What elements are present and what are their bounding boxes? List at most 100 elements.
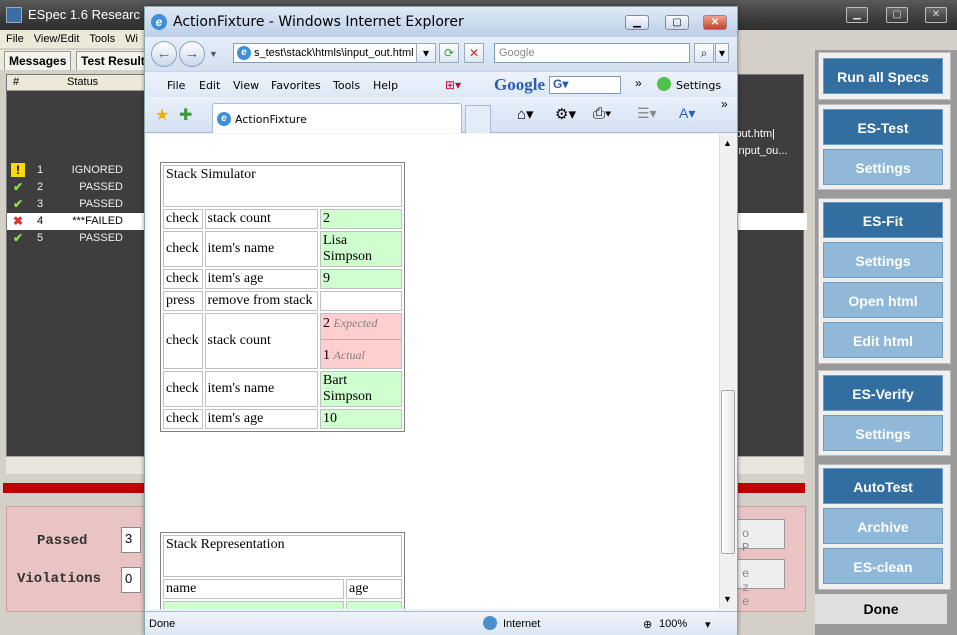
chevron-right-icon[interactable]: » — [635, 76, 642, 90]
gear-icon[interactable]: ⚙▾ — [555, 105, 576, 123]
column-header-status: Status — [67, 76, 99, 88]
zoom-level[interactable]: 100% — [659, 618, 687, 630]
page-icon: e — [217, 112, 231, 126]
table-row: name age — [163, 579, 402, 599]
espec-menu-file[interactable]: File — [6, 33, 24, 45]
refresh-icon[interactable]: ⟳ — [439, 43, 459, 63]
stop-icon[interactable]: ✕ — [464, 43, 484, 63]
ie-menu-edit[interactable]: Edit — [199, 79, 220, 92]
expected-annotation: Expected — [333, 316, 378, 330]
table-cell — [346, 601, 402, 609]
espec-minimize-button[interactable]: ▁ — [846, 7, 868, 23]
fixture-cell-failed: 2 Expected 1 Actual — [320, 313, 402, 369]
done-button[interactable]: Done — [815, 594, 947, 624]
table-row: check item's name Lisa Simpson — [163, 231, 402, 267]
fixture-cell-action: check — [163, 371, 203, 407]
ie-close-button[interactable]: ✕ — [703, 15, 727, 30]
espec-menu-window[interactable]: Wi — [125, 33, 138, 45]
ie-menu-favorites[interactable]: Favorites — [271, 79, 321, 92]
forward-button[interactable]: → — [179, 41, 205, 67]
actual-value: 1 — [323, 348, 330, 363]
home-icon[interactable]: ⌂▾ — [517, 105, 534, 123]
autotest-button[interactable]: AutoTest — [823, 468, 943, 504]
nav-dropdown-icon[interactable]: ▼ — [209, 49, 218, 59]
fixture-cell-name: item's name — [204, 231, 318, 267]
fixture-cell-name: item's name — [204, 371, 318, 407]
es-clean-button[interactable]: ES-clean — [823, 548, 943, 584]
google-search-input[interactable]: G▾ — [549, 76, 621, 94]
espec-menu-tools[interactable]: Tools — [89, 33, 115, 45]
ie-maximize-button[interactable]: ▢ — [665, 15, 689, 30]
cross-icon: ✖ — [12, 214, 24, 228]
address-dropdown-button[interactable]: ▾ — [416, 43, 436, 63]
page-vertical-scrollbar[interactable]: ▲ ▼ — [719, 134, 736, 609]
espec-menu-view-edit[interactable]: View/Edit — [34, 33, 80, 45]
google-settings-menu[interactable]: Settings — [676, 79, 721, 92]
autotest-group: AutoTest Archive ES-clean — [818, 464, 951, 590]
tab-messages[interactable]: Messages — [4, 51, 72, 70]
stack-representation-table: Stack Representation name age — [160, 532, 405, 609]
tab-actionfixture[interactable]: e ActionFixture — [212, 103, 462, 133]
espec-maximize-button[interactable]: ▢ — [886, 7, 908, 23]
open-html-button[interactable]: Open html — [823, 282, 943, 318]
freeze-button[interactable]: e z e — [737, 559, 785, 609]
new-tab-button[interactable] — [465, 105, 491, 133]
table-title: Stack Simulator — [163, 165, 402, 207]
zoom-dropdown-icon[interactable]: ▾ — [705, 618, 711, 631]
fixture-cell-action: press — [163, 291, 203, 311]
stop-button[interactable]: o P — [737, 519, 785, 555]
print-icon[interactable]: ⎙▾ — [593, 105, 611, 122]
add-favorite-icon[interactable]: ✚ — [179, 105, 192, 125]
es-verify-settings-button[interactable]: Settings — [823, 415, 943, 451]
tab-test-results[interactable]: Test Result — [76, 51, 149, 70]
favorites-star-icon[interactable]: ★ — [155, 105, 169, 125]
es-fit-button[interactable]: ES-Fit — [823, 202, 943, 238]
check-icon: ✔ — [12, 231, 24, 245]
search-input[interactable]: Google — [494, 43, 690, 63]
ie-menu-view[interactable]: View — [233, 79, 259, 92]
table-row: check stack count 2 Expected 1 Actual — [163, 313, 402, 369]
ie-logo-icon: e — [151, 14, 167, 30]
run-all-specs-button[interactable]: Run all Specs — [823, 58, 943, 94]
search-options-icon[interactable]: ▾ — [715, 43, 729, 63]
address-input[interactable]: e s_test\stack\htmls\input_out.html — [233, 43, 433, 63]
es-fit-settings-button[interactable]: Settings — [823, 242, 943, 278]
feeds-icon[interactable]: ☰▾ — [637, 105, 657, 122]
edit-html-button[interactable]: Edit html — [823, 322, 943, 358]
fixture-cell-name: stack count — [204, 209, 318, 229]
es-verify-button[interactable]: ES-Verify — [823, 375, 943, 411]
translate-icon[interactable]: ⊞▾ — [445, 78, 461, 92]
run-all-group: Run all Specs — [818, 52, 951, 100]
search-placeholder: Google — [499, 47, 535, 59]
search-icon[interactable]: ⌕ — [694, 43, 714, 63]
page-icon: e — [237, 46, 251, 60]
es-test-button[interactable]: ES-Test — [823, 109, 943, 145]
ie-minimize-button[interactable]: ▁ — [625, 15, 649, 30]
row-number: 2 — [37, 181, 44, 193]
espec-app-icon — [6, 7, 22, 23]
table-title: Stack Representation — [163, 535, 402, 577]
ie-status-bar: Done Internet ⊕ 100% ▾ — [145, 611, 737, 635]
espec-close-button[interactable]: ✕ — [925, 7, 947, 23]
archive-button[interactable]: Archive — [823, 508, 943, 544]
ie-menu-help[interactable]: Help — [373, 79, 398, 92]
text-size-icon[interactable]: A▾ — [679, 105, 695, 122]
row-status: PASSED — [79, 198, 123, 210]
table-row: press remove from stack — [163, 291, 402, 311]
chevron-right-icon[interactable]: » — [721, 97, 728, 111]
back-button[interactable]: ← — [151, 41, 177, 67]
fixture-cell-action: check — [163, 231, 203, 267]
scroll-down-icon[interactable]: ▼ — [723, 594, 732, 604]
fixture-cell-action: check — [163, 409, 203, 429]
google-toolbar-logo: Google — [494, 75, 545, 94]
scrollbar-thumb[interactable] — [721, 390, 735, 554]
fixture-cell-name: remove from stack — [204, 291, 318, 311]
zoom-icon[interactable]: ⊕ — [643, 618, 652, 631]
status-text: Done — [149, 618, 176, 630]
ie-menu-file[interactable]: File — [167, 79, 185, 92]
fixture-cell-action: check — [163, 209, 203, 229]
scroll-up-icon[interactable]: ▲ — [723, 138, 732, 148]
es-test-settings-button[interactable]: Settings — [823, 149, 943, 185]
ie-menu-tools[interactable]: Tools — [333, 79, 360, 92]
fixture-cell-value — [320, 291, 402, 311]
